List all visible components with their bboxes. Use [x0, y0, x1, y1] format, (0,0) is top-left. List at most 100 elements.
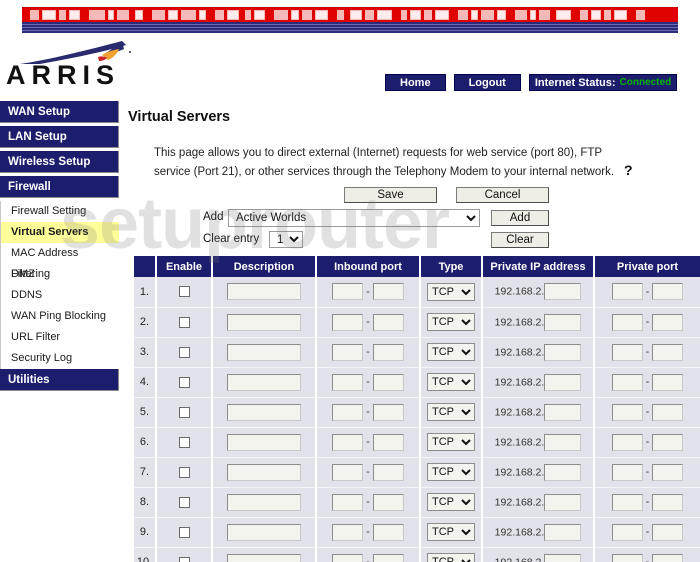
- private-port-end-input[interactable]: [652, 523, 684, 541]
- private-ip-input[interactable]: [544, 523, 582, 541]
- type-select[interactable]: TCP: [427, 282, 475, 301]
- enable-checkbox[interactable]: [178, 316, 190, 328]
- description-input[interactable]: [227, 523, 301, 541]
- inbound-port-end-input[interactable]: [372, 553, 404, 562]
- private-port-start-input[interactable]: [611, 373, 643, 391]
- home-button[interactable]: Home: [385, 74, 446, 91]
- inbound-port-end-input[interactable]: [372, 283, 404, 301]
- logout-button[interactable]: Logout: [453, 74, 521, 91]
- sidebar-item-firewall-setting[interactable]: Firewall Setting: [0, 201, 119, 222]
- description-input[interactable]: [227, 283, 301, 301]
- type-select[interactable]: TCP: [427, 403, 475, 421]
- type-select[interactable]: TCP: [427, 313, 475, 331]
- sidebar-item-ddns[interactable]: DDNS: [0, 285, 119, 306]
- inbound-port-start-input[interactable]: [332, 373, 364, 391]
- clear-button[interactable]: Clear: [491, 232, 549, 248]
- description-input[interactable]: [227, 403, 301, 421]
- enable-checkbox[interactable]: [178, 496, 190, 508]
- inbound-port-start-input[interactable]: [332, 463, 364, 481]
- private-port-start-input[interactable]: [611, 313, 643, 331]
- private-port-start-input[interactable]: [611, 433, 643, 451]
- inbound-port-start-input[interactable]: [332, 343, 364, 361]
- description-input[interactable]: [227, 373, 301, 391]
- private-ip-input[interactable]: [544, 373, 582, 391]
- enable-checkbox[interactable]: [178, 346, 190, 358]
- private-port-start-input[interactable]: [611, 343, 643, 361]
- sidebar-item-wan-setup[interactable]: WAN Setup: [0, 101, 119, 123]
- type-select[interactable]: TCP: [427, 343, 475, 361]
- private-port-end-input[interactable]: [652, 493, 684, 511]
- sidebar-item-mac-address-filtering[interactable]: MAC Address Filtering: [0, 243, 119, 280]
- inbound-port-end-input[interactable]: [372, 403, 404, 421]
- private-ip-input[interactable]: [544, 403, 582, 421]
- type-select[interactable]: TCP: [427, 523, 475, 541]
- private-ip-input[interactable]: [544, 343, 582, 361]
- private-ip-input[interactable]: [544, 493, 582, 511]
- service-select[interactable]: Active Worlds: [228, 209, 480, 227]
- inbound-port-end-input[interactable]: [372, 463, 404, 481]
- private-port-start-input[interactable]: [611, 553, 643, 562]
- description-input[interactable]: [227, 463, 301, 481]
- private-port-end-input[interactable]: [652, 313, 684, 331]
- add-button[interactable]: Add: [491, 210, 549, 226]
- inbound-port-start-input[interactable]: [332, 553, 364, 562]
- sidebar-item-dmz[interactable]: DMZ: [0, 264, 119, 285]
- private-ip-input[interactable]: [544, 433, 582, 451]
- save-button[interactable]: Save: [344, 187, 437, 203]
- inbound-port-end-input[interactable]: [372, 313, 404, 331]
- sidebar-item-firewall[interactable]: Firewall: [0, 176, 119, 198]
- sidebar-item-security-log[interactable]: Security Log: [0, 348, 119, 369]
- description-input[interactable]: [227, 493, 301, 511]
- private-port-end-input[interactable]: [652, 283, 684, 301]
- enable-checkbox[interactable]: [178, 436, 190, 448]
- type-select[interactable]: TCP: [427, 433, 475, 451]
- private-port-start-input[interactable]: [611, 403, 643, 421]
- inbound-port-start-input[interactable]: [332, 403, 364, 421]
- enable-checkbox[interactable]: [178, 526, 190, 538]
- help-icon[interactable]: ?: [624, 162, 633, 178]
- type-select[interactable]: TCP: [427, 493, 475, 511]
- inbound-port-end-input[interactable]: [372, 493, 404, 511]
- sidebar-item-wan-ping-blocking[interactable]: WAN Ping Blocking: [0, 306, 119, 327]
- private-port-end-input[interactable]: [652, 553, 684, 562]
- inbound-port-start-input[interactable]: [332, 433, 364, 451]
- type-select[interactable]: TCP: [427, 373, 475, 391]
- private-port-end-input[interactable]: [652, 343, 684, 361]
- private-ip-input[interactable]: [544, 283, 582, 301]
- private-port-end-input[interactable]: [652, 373, 684, 391]
- private-port-start-input[interactable]: [611, 493, 643, 511]
- description-input[interactable]: [227, 553, 301, 562]
- enable-checkbox[interactable]: [178, 376, 190, 388]
- private-port-end-input[interactable]: [652, 463, 684, 481]
- sidebar-item-virtual-servers[interactable]: Virtual Servers: [0, 222, 119, 243]
- sidebar-item-lan-setup[interactable]: LAN Setup: [0, 126, 119, 148]
- private-port-start-input[interactable]: [611, 463, 643, 481]
- inbound-port-start-input[interactable]: [332, 523, 364, 541]
- enable-checkbox[interactable]: [178, 466, 190, 478]
- inbound-port-end-input[interactable]: [372, 433, 404, 451]
- cancel-button[interactable]: Cancel: [456, 187, 549, 203]
- private-port-end-input[interactable]: [652, 403, 684, 421]
- clear-entry-select[interactable]: 1: [269, 231, 303, 248]
- private-port-start-input[interactable]: [611, 283, 643, 301]
- enable-checkbox[interactable]: [178, 286, 190, 298]
- enable-checkbox[interactable]: [178, 406, 190, 418]
- inbound-port-end-input[interactable]: [372, 523, 404, 541]
- description-input[interactable]: [227, 343, 301, 361]
- private-ip-input[interactable]: [544, 553, 582, 562]
- private-ip-input[interactable]: [544, 463, 582, 481]
- inbound-port-start-input[interactable]: [332, 283, 364, 301]
- description-input[interactable]: [227, 313, 301, 331]
- inbound-port-end-input[interactable]: [372, 373, 404, 391]
- private-port-start-input[interactable]: [611, 523, 643, 541]
- sidebar-item-utilities[interactable]: Utilities: [0, 369, 119, 391]
- enable-checkbox[interactable]: [178, 556, 190, 562]
- inbound-port-end-input[interactable]: [372, 343, 404, 361]
- sidebar-item-wireless-setup[interactable]: Wireless Setup: [0, 151, 119, 173]
- private-port-end-input[interactable]: [652, 433, 684, 451]
- type-select[interactable]: TCP: [427, 463, 475, 481]
- description-input[interactable]: [227, 433, 301, 451]
- sidebar-item-url-filter[interactable]: URL Filter: [0, 327, 119, 348]
- inbound-port-start-input[interactable]: [332, 493, 364, 511]
- type-select[interactable]: TCP: [427, 553, 475, 562]
